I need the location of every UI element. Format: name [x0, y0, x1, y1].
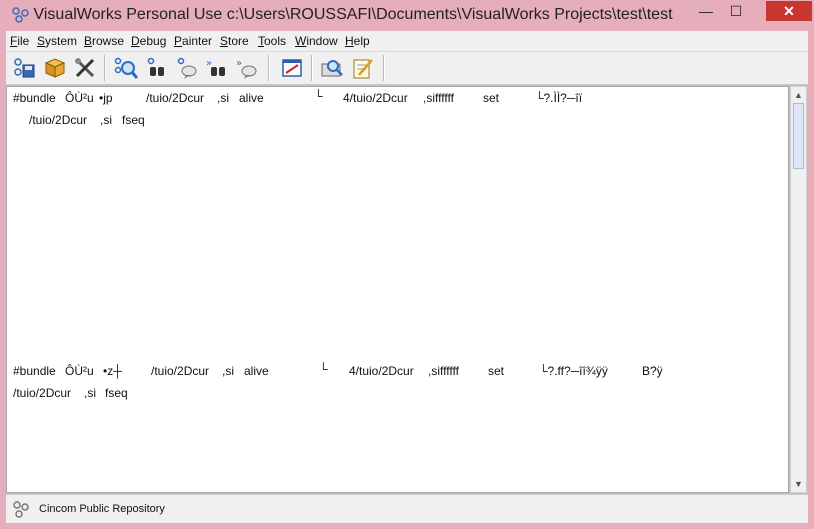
text-pane[interactable]: #bundle ÔÙ²u •jp /tuio/2Dcur ,si alive └… [6, 86, 789, 493]
menu-browse-mnemonic: B [84, 34, 93, 48]
text-token: ,si [100, 113, 112, 127]
menu-window[interactable]: Window [295, 34, 338, 48]
text-token: ,siffffff [428, 364, 459, 378]
svg-text:»: » [206, 58, 212, 69]
repository-icon [13, 501, 29, 518]
text-token: •z┼ [103, 364, 122, 378]
text-token: alive [239, 91, 264, 105]
menu-store-label: tore [228, 34, 249, 48]
menu-help-mnemonic: H [345, 34, 354, 48]
menu-browse[interactable]: Browse [84, 34, 124, 48]
text-token: 4/tuio/2Dcur [343, 91, 408, 105]
menu-tools[interactable]: Tools [258, 34, 286, 48]
toolbar-separator [268, 55, 270, 81]
minimize-button[interactable]: — [692, 1, 720, 21]
menu-debug[interactable]: Debug [131, 34, 166, 48]
menu-browse-label: rowse [92, 34, 125, 48]
text-token: ÔÙ²u [65, 91, 94, 105]
save-image-icon[interactable] [12, 56, 36, 80]
svg-text:»: » [236, 58, 242, 69]
menu-painter[interactable]: Painter [174, 34, 212, 48]
text-token: #bundle [13, 364, 56, 378]
implementors-icon[interactable]: » [235, 56, 259, 80]
toolbar: » » [6, 52, 808, 85]
menu-system[interactable]: System [37, 34, 77, 48]
text-token: ,siffffff [423, 91, 454, 105]
text-token: ,si [217, 91, 229, 105]
text-token: ÔÙ²u [65, 364, 94, 378]
menu-help[interactable]: Help [345, 34, 370, 48]
text-token: ,si [84, 386, 96, 400]
text-token: └?.ÌÌ?─îï [535, 91, 583, 105]
toolbar-separator [383, 55, 385, 81]
text-token: /tuio/2Dcur [151, 364, 210, 378]
vertical-scrollbar[interactable]: ▲ ▼ [790, 86, 807, 493]
menu-debug-mnemonic: D [131, 34, 140, 48]
workspace-icon[interactable] [280, 56, 304, 80]
menu-debug-label: ebug [139, 34, 167, 48]
text-token: /tuio/2Dcur [146, 91, 205, 105]
window-title: VisualWorks Personal Use c:\Users\ROUSSA… [33, 6, 673, 23]
text-token: fseq [122, 113, 145, 127]
title-bar[interactable]: VisualWorks Personal Use c:\Users\ROUSSA… [6, 0, 814, 31]
text-token: └?.ff?─îî¾ÿÿ [539, 364, 608, 378]
menu-painter-mnemonic: P [174, 34, 183, 48]
inspector-icon[interactable] [320, 56, 344, 80]
scroll-thumb[interactable] [793, 103, 804, 169]
find-method-icon[interactable] [175, 56, 199, 80]
senders-icon[interactable]: » [205, 56, 229, 80]
text-token: B?ÿ [642, 364, 663, 378]
text-token: fseq [105, 386, 128, 400]
menu-file[interactable]: File [10, 34, 29, 48]
text-token: #bundle [13, 91, 56, 105]
scroll-up-arrow-icon[interactable]: ▲ [791, 87, 806, 103]
menu-window-label: indow [306, 34, 338, 48]
status-text: Cincom Public Repository [39, 503, 165, 515]
toolbar-separator [311, 55, 313, 81]
text-token: set [488, 364, 505, 378]
menu-bar: File System Browse Debug Painter Store T… [6, 31, 808, 52]
close-button[interactable]: ✕ [766, 1, 812, 21]
menu-window-mnemonic: W [295, 34, 307, 48]
text-token: /tuio/2Dcur [29, 113, 88, 127]
text-token: └ [319, 362, 328, 376]
menu-tools-label: ools [264, 34, 287, 48]
package-icon[interactable] [43, 56, 67, 80]
menu-system-label: ystem [45, 34, 78, 48]
text-token: alive [244, 364, 269, 378]
find-class-icon[interactable] [145, 56, 169, 80]
menu-file-label: ile [17, 34, 30, 48]
menu-system-mnemonic: S [37, 34, 46, 48]
menu-store[interactable]: Store [220, 34, 249, 48]
text-token: set [483, 91, 500, 105]
text-token: ,si [222, 364, 234, 378]
text-token: /tuio/2Dcur [13, 386, 72, 400]
maximize-button[interactable]: ☐ [722, 1, 750, 21]
system-browser-icon[interactable] [114, 56, 138, 80]
text-token: └ [314, 89, 323, 103]
tools-icon[interactable] [73, 56, 97, 80]
text-token: 4/tuio/2Dcur [349, 364, 414, 378]
menu-painter-label: ainter [182, 34, 213, 48]
text-token: •jp [99, 91, 113, 105]
menu-store-mnemonic: S [220, 34, 229, 48]
toolbar-separator [104, 55, 106, 81]
menu-help-label: elp [353, 34, 370, 48]
scroll-down-arrow-icon[interactable]: ▼ [791, 476, 806, 492]
status-bar: Cincom Public Repository [6, 494, 808, 523]
notepad-icon[interactable] [351, 56, 375, 80]
